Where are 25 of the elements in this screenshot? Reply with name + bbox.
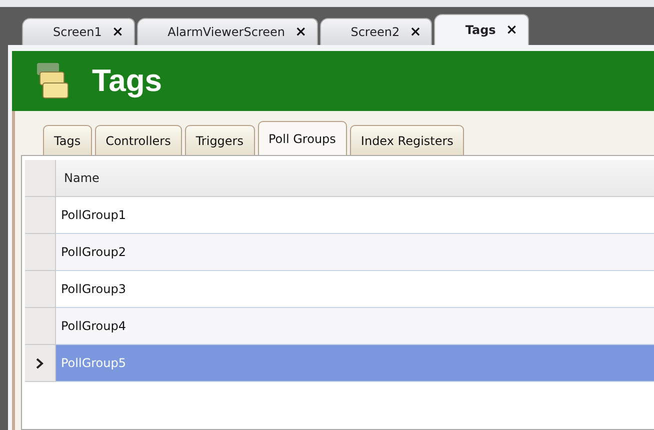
- tab[interactable]: Triggers: [184, 125, 254, 155]
- tab-label: Screen2: [350, 25, 400, 39]
- header-title: Tags: [92, 63, 162, 99]
- tab[interactable]: Controllers: [94, 125, 182, 155]
- column-header[interactable]: Name: [56, 160, 654, 197]
- document-tab[interactable]: Screen2 ×: [320, 18, 432, 45]
- tab-label: AlarmViewerScreen: [168, 25, 285, 39]
- tab-label: Screen1: [53, 25, 102, 39]
- document-tab[interactable]: Tags ×: [434, 14, 529, 45]
- tab[interactable]: Poll Groups: [258, 121, 347, 155]
- tab[interactable]: Tags: [43, 125, 92, 155]
- tab-label: Tags: [465, 23, 496, 37]
- document-tab[interactable]: AlarmViewerScreen ×: [136, 18, 318, 45]
- close-button[interactable]: ×: [410, 24, 422, 40]
- document-tab[interactable]: Screen1 ×: [22, 18, 135, 45]
- row-header: [25, 160, 56, 197]
- table-cell[interactable]: PollGroup4: [56, 308, 654, 345]
- table-cell[interactable]: PollGroup2: [56, 234, 654, 271]
- row-pointer-icon: [36, 358, 44, 368]
- close-button[interactable]: ×: [506, 22, 518, 38]
- tags-icon: [34, 61, 70, 101]
- row-header[interactable]: [25, 345, 56, 382]
- close-button[interactable]: ×: [112, 24, 124, 40]
- close-button[interactable]: ×: [294, 24, 307, 40]
- tab[interactable]: Index Registers: [350, 125, 464, 155]
